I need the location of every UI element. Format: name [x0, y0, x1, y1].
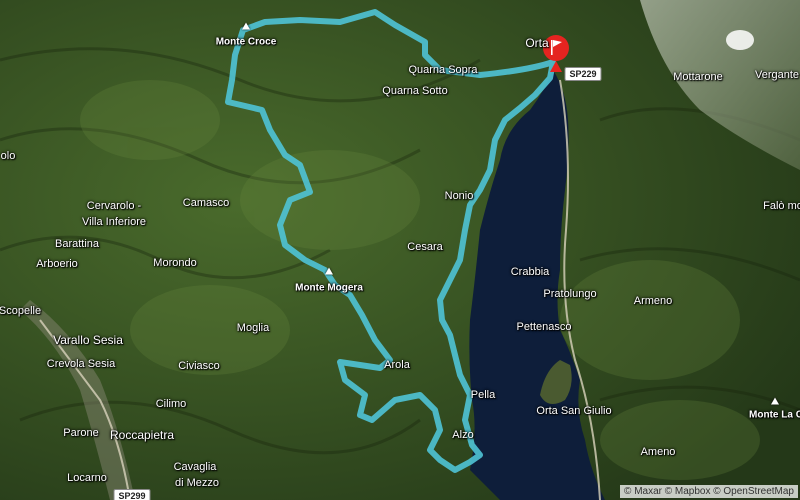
- place-label: Locarno: [67, 472, 107, 484]
- place-label: Alzo: [452, 429, 474, 441]
- peak-icon: [325, 267, 333, 275]
- place-label: Crevola Sesia: [46, 358, 116, 370]
- place-label: Cesara: [407, 241, 443, 253]
- place-label: Pella: [470, 389, 496, 401]
- place-label: Varallo Sesia: [53, 333, 123, 347]
- place-label: Quarna Sopra: [408, 64, 478, 76]
- place-label: Camasco: [182, 197, 230, 209]
- place-label: Morondo: [153, 257, 197, 269]
- place-label: Roccapietra: [109, 428, 175, 442]
- place-label: Parone: [63, 427, 99, 439]
- place-label: Orta San Giulio: [536, 405, 612, 417]
- place-label: Civiasco: [178, 360, 220, 372]
- place-label: Scopelle: [0, 305, 42, 317]
- place-label: Arola: [384, 359, 410, 371]
- peak-icon: [242, 22, 250, 30]
- place-label: Mottarone: [673, 71, 723, 83]
- road-shield: SP229: [564, 67, 602, 81]
- peak-label: Monte La C: [749, 409, 800, 421]
- map-view[interactable]: Orta Quarna Sopra Quarna Sotto Mottarone Ver…: [0, 0, 800, 500]
- map-attribution[interactable]: © Maxar © Mapbox © OpenStreetMap: [620, 485, 798, 498]
- place-label: Pettenasco: [516, 321, 572, 333]
- place-label: di Mezzo: [174, 477, 220, 489]
- place-label: Orta: [525, 36, 549, 50]
- place-label: Arboerio: [36, 258, 78, 270]
- place-label: Cervarolo -: [86, 200, 142, 212]
- place-label: Villa Inferiore: [82, 216, 146, 228]
- place-label: Barattina: [54, 238, 100, 250]
- place-label: Moglia: [236, 322, 270, 334]
- place-label: Quarna Sotto: [382, 85, 448, 97]
- place-label: Falò mo: [763, 200, 800, 212]
- road-shield: SP299: [113, 489, 151, 500]
- peak-icon: [771, 397, 779, 405]
- peak-label: Monte Mogera: [295, 282, 363, 294]
- place-label: Armeno: [633, 295, 673, 307]
- place-label: Pratolungo: [543, 288, 597, 300]
- place-label: Vergante: [754, 69, 800, 81]
- place-label: olo: [0, 150, 16, 162]
- place-label: Crabbia: [510, 266, 550, 278]
- place-label: Cilimo: [155, 398, 187, 410]
- place-label: Ameno: [640, 446, 676, 458]
- peak-label: Monte Croce: [215, 36, 277, 48]
- place-label: Cavaglia: [173, 461, 217, 473]
- place-label: Nonio: [444, 190, 474, 202]
